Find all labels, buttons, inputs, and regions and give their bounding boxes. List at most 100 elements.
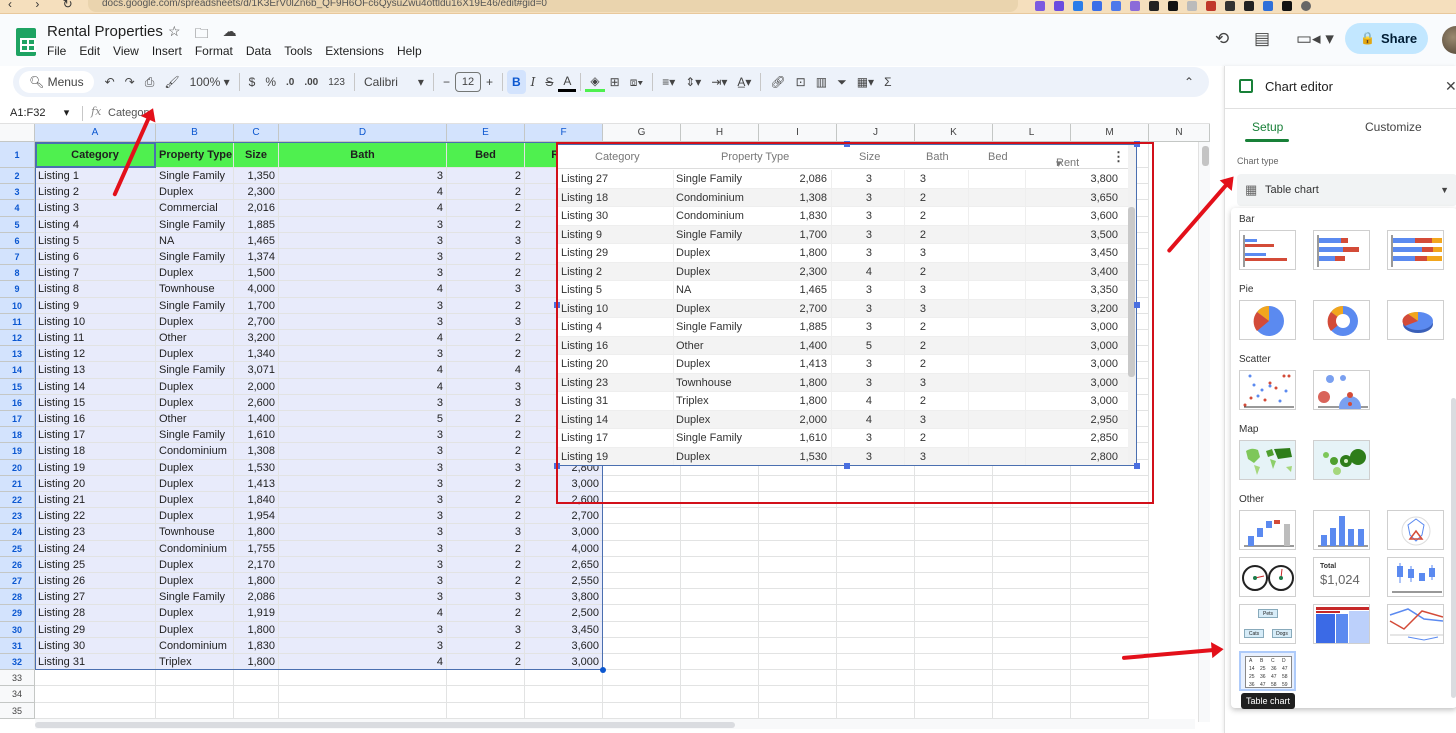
table-cell[interactable]: 4 (279, 281, 447, 298)
empty-cell[interactable] (156, 670, 234, 687)
empty-cell[interactable] (993, 654, 1071, 671)
menu-help[interactable]: Help (397, 44, 422, 58)
empty-cell[interactable] (993, 556, 1071, 573)
insert-comment-icon[interactable]: ⊡ (791, 70, 811, 94)
table-cell[interactable]: Duplex (156, 475, 234, 492)
table-cell[interactable]: 2 (447, 475, 525, 492)
table-cell[interactable]: 1,308 (234, 443, 279, 460)
empty-cell[interactable] (837, 556, 915, 573)
table-chart-row[interactable]: Listing 9 Single Family 1,700 3 2 3,500 (558, 225, 1128, 244)
empty-cell[interactable] (447, 702, 525, 719)
table-cell[interactable]: 3 (279, 443, 447, 460)
row-header[interactable]: 21 (0, 475, 35, 492)
table-cell[interactable]: 2,550 (525, 573, 603, 590)
empty-cell[interactable] (603, 492, 681, 509)
table-cell[interactable]: Listing 2 (35, 184, 156, 201)
table-cell[interactable]: 3 (279, 346, 447, 363)
empty-cell[interactable] (915, 605, 993, 622)
table-cell[interactable]: Single Family (156, 216, 234, 233)
table-cell[interactable]: 3 (279, 232, 447, 249)
empty-cell[interactable] (681, 654, 759, 671)
table-cell[interactable]: 2 (447, 411, 525, 428)
column-header-m[interactable]: M (1071, 124, 1149, 142)
empty-cell[interactable] (234, 702, 279, 719)
empty-cell[interactable] (837, 524, 915, 541)
table-cell[interactable]: Duplex (156, 265, 234, 282)
vertical-align-icon[interactable]: ⇕▾ (680, 70, 706, 94)
empty-cell[interactable] (915, 621, 993, 638)
table-cell[interactable]: Listing 4 (35, 216, 156, 233)
empty-cell[interactable] (837, 686, 915, 703)
empty-cell[interactable] (837, 670, 915, 687)
table-cell[interactable]: 4 (279, 362, 447, 379)
table-chart-header-size[interactable]: Size (859, 151, 880, 163)
empty-cell[interactable] (681, 556, 759, 573)
column-header-e[interactable]: E (447, 124, 525, 142)
text-rotation-icon[interactable]: A̲▾ (732, 70, 756, 94)
percent-format-button[interactable]: % (260, 70, 281, 94)
table-chart-row[interactable]: Listing 23 Townhouse 1,800 3 3 3,000 (558, 373, 1128, 392)
table-cell[interactable]: 4 (447, 362, 525, 379)
empty-cell[interactable] (603, 670, 681, 687)
empty-cell[interactable] (837, 573, 915, 590)
table-cell[interactable]: Duplex (156, 573, 234, 590)
text-wrapping-icon[interactable]: ⇥▾ (706, 70, 732, 94)
table-cell[interactable]: 3 (279, 524, 447, 541)
table-cell[interactable]: Duplex (156, 459, 234, 476)
column-header-g[interactable]: G (603, 124, 681, 142)
chart-option-timeline[interactable] (1387, 604, 1444, 644)
row-header[interactable]: 29 (0, 605, 35, 622)
empty-cell[interactable] (759, 605, 837, 622)
empty-cell[interactable] (837, 702, 915, 719)
table-cell[interactable]: Single Family (156, 362, 234, 379)
table-cell[interactable]: 3 (447, 524, 525, 541)
table-cell[interactable]: 2 (447, 605, 525, 622)
font-select[interactable]: Calibri ▾ (359, 70, 429, 94)
table-cell[interactable]: 3 (447, 378, 525, 395)
table-chart-row[interactable]: Listing 31 Triplex 1,800 4 2 3,000 (558, 392, 1128, 411)
table-cell[interactable]: 3,000 (525, 475, 603, 492)
table-cell[interactable]: Condominium (156, 443, 234, 460)
row-header[interactable]: 11 (0, 313, 35, 330)
table-cell[interactable]: 3 (447, 589, 525, 606)
column-header-j[interactable]: J (837, 124, 915, 142)
table-cell[interactable]: Duplex (156, 378, 234, 395)
menu-view[interactable]: View (113, 44, 139, 58)
table-cell[interactable]: 4 (279, 184, 447, 201)
row-header[interactable]: 19 (0, 443, 35, 460)
table-cell[interactable]: 3 (279, 394, 447, 411)
table-cell[interactable]: 1,840 (234, 492, 279, 509)
table-cell[interactable]: Listing 6 (35, 249, 156, 266)
table-cell[interactable]: 2 (447, 573, 525, 590)
empty-cell[interactable] (993, 621, 1071, 638)
empty-cell[interactable] (603, 475, 681, 492)
table-cell[interactable]: Listing 10 (35, 313, 156, 330)
empty-cell[interactable] (759, 540, 837, 557)
empty-cell[interactable] (603, 605, 681, 622)
empty-cell[interactable] (525, 686, 603, 703)
vertical-scrollbar-thumb[interactable] (1202, 146, 1209, 166)
table-chart-scrollbar-thumb[interactable] (1128, 207, 1135, 377)
empty-cell[interactable] (681, 702, 759, 719)
table-cell[interactable]: Listing 15 (35, 394, 156, 411)
filter-icon[interactable]: ⏷ (832, 70, 852, 94)
insert-link-icon[interactable]: 🔗︎ (765, 70, 790, 94)
row-header[interactable]: 17 (0, 411, 35, 428)
table-chart-row[interactable]: Listing 14 Duplex 2,000 4 3 2,950 (558, 410, 1128, 429)
document-title[interactable]: Rental Properties (47, 23, 163, 40)
empty-cell[interactable] (603, 556, 681, 573)
table-cell[interactable]: 5 (279, 411, 447, 428)
empty-cell[interactable] (915, 589, 993, 606)
table-chart-row[interactable]: Listing 10 Duplex 2,700 3 3 3,200 (558, 299, 1128, 318)
functions-icon[interactable]: Σ (879, 70, 896, 94)
row-header[interactable]: 24 (0, 524, 35, 541)
empty-cell[interactable] (681, 492, 759, 509)
chart-option-100-stacked-bar[interactable] (1387, 230, 1444, 270)
empty-cell[interactable] (759, 702, 837, 719)
table-cell[interactable]: Duplex (156, 605, 234, 622)
empty-cell[interactable] (837, 475, 915, 492)
table-cell[interactable]: 1,530 (234, 459, 279, 476)
table-cell[interactable]: Duplex (156, 556, 234, 573)
empty-cell[interactable] (603, 702, 681, 719)
table-cell[interactable]: Single Family (156, 589, 234, 606)
